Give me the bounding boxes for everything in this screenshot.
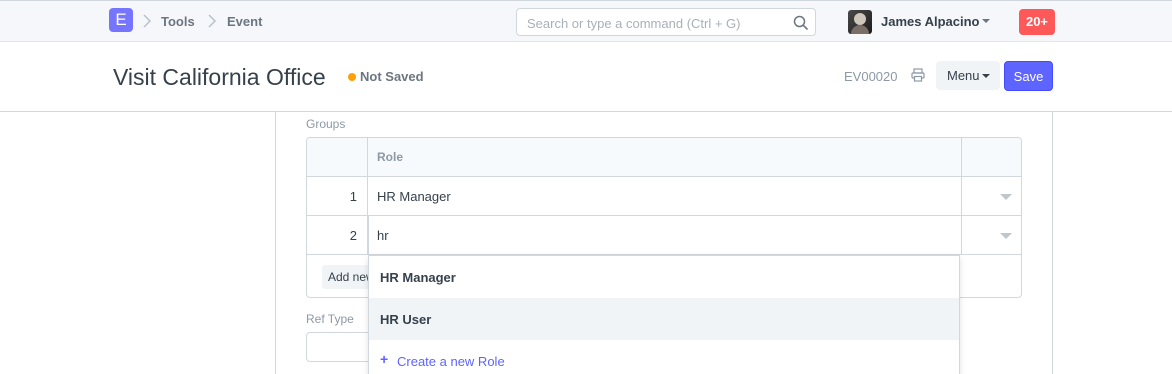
dropdown-option-hr-user[interactable]: HR User [369, 298, 959, 340]
document-id: EV00020 [844, 69, 898, 84]
breadcrumb-event[interactable]: Event [227, 14, 262, 29]
groups-label: Groups [306, 117, 346, 131]
status-indicator: Not Saved [360, 69, 424, 84]
print-icon[interactable] [911, 68, 925, 82]
page-head: Visit California Office Not Saved EV0002… [0, 42, 1172, 112]
create-new-role-label: Create a new Role [397, 354, 505, 369]
avatar[interactable] [848, 10, 872, 34]
caret-down-icon [982, 74, 990, 78]
user-name[interactable]: James Alpacino [881, 14, 980, 29]
column-divider [367, 138, 368, 255]
add-row-button[interactable]: Add new row [322, 265, 374, 289]
search-placeholder: Search or type a command (Ctrl + G) [527, 16, 741, 31]
row-index: 2 [349, 228, 357, 243]
dropdown-option-hr-manager[interactable]: HR Manager [369, 256, 959, 298]
create-new-role-link[interactable]: + Create a new Role [369, 340, 959, 374]
autocomplete-dropdown: HR Manager HR User + Create a new Role [368, 255, 960, 374]
notification-badge[interactable]: 20+ [1019, 9, 1055, 35]
chevron-right-icon [208, 14, 217, 28]
app-logo[interactable]: E [109, 8, 133, 32]
row-index: 1 [349, 189, 357, 204]
table-row[interactable]: 2 hr [307, 216, 1021, 255]
role-input-value[interactable]: hr [377, 228, 389, 243]
menu-button[interactable]: Menu [936, 61, 1000, 90]
save-button[interactable]: Save [1004, 61, 1053, 91]
column-divider [961, 138, 962, 255]
search-icon [793, 15, 809, 31]
dropdown-option-label: HR User [380, 312, 432, 327]
row-dropdown-icon[interactable] [1000, 233, 1012, 239]
dropdown-option-label: HR Manager [380, 270, 456, 285]
page-title: Visit California Office [113, 64, 326, 90]
row-dropdown-icon[interactable] [1000, 194, 1012, 200]
role-value[interactable]: HR Manager [377, 189, 451, 204]
role-input[interactable] [368, 216, 962, 254]
ref-type-input[interactable] [306, 332, 368, 362]
grid-header: Role [307, 138, 1021, 177]
column-header-role: Role [377, 150, 404, 164]
search-input[interactable]: Search or type a command (Ctrl + G) [516, 8, 816, 36]
ref-type-label: Ref Type [306, 312, 354, 326]
plus-icon: + [380, 351, 389, 367]
table-row[interactable]: 1 HR Manager [307, 177, 1021, 216]
status-dot-icon [348, 73, 356, 81]
breadcrumb-tools[interactable]: Tools [161, 14, 195, 29]
chevron-right-icon [143, 14, 152, 28]
caret-down-icon[interactable] [982, 19, 990, 23]
menu-button-label: Menu [947, 68, 980, 83]
navbar: E Tools Event Search or type a command (… [0, 0, 1172, 42]
